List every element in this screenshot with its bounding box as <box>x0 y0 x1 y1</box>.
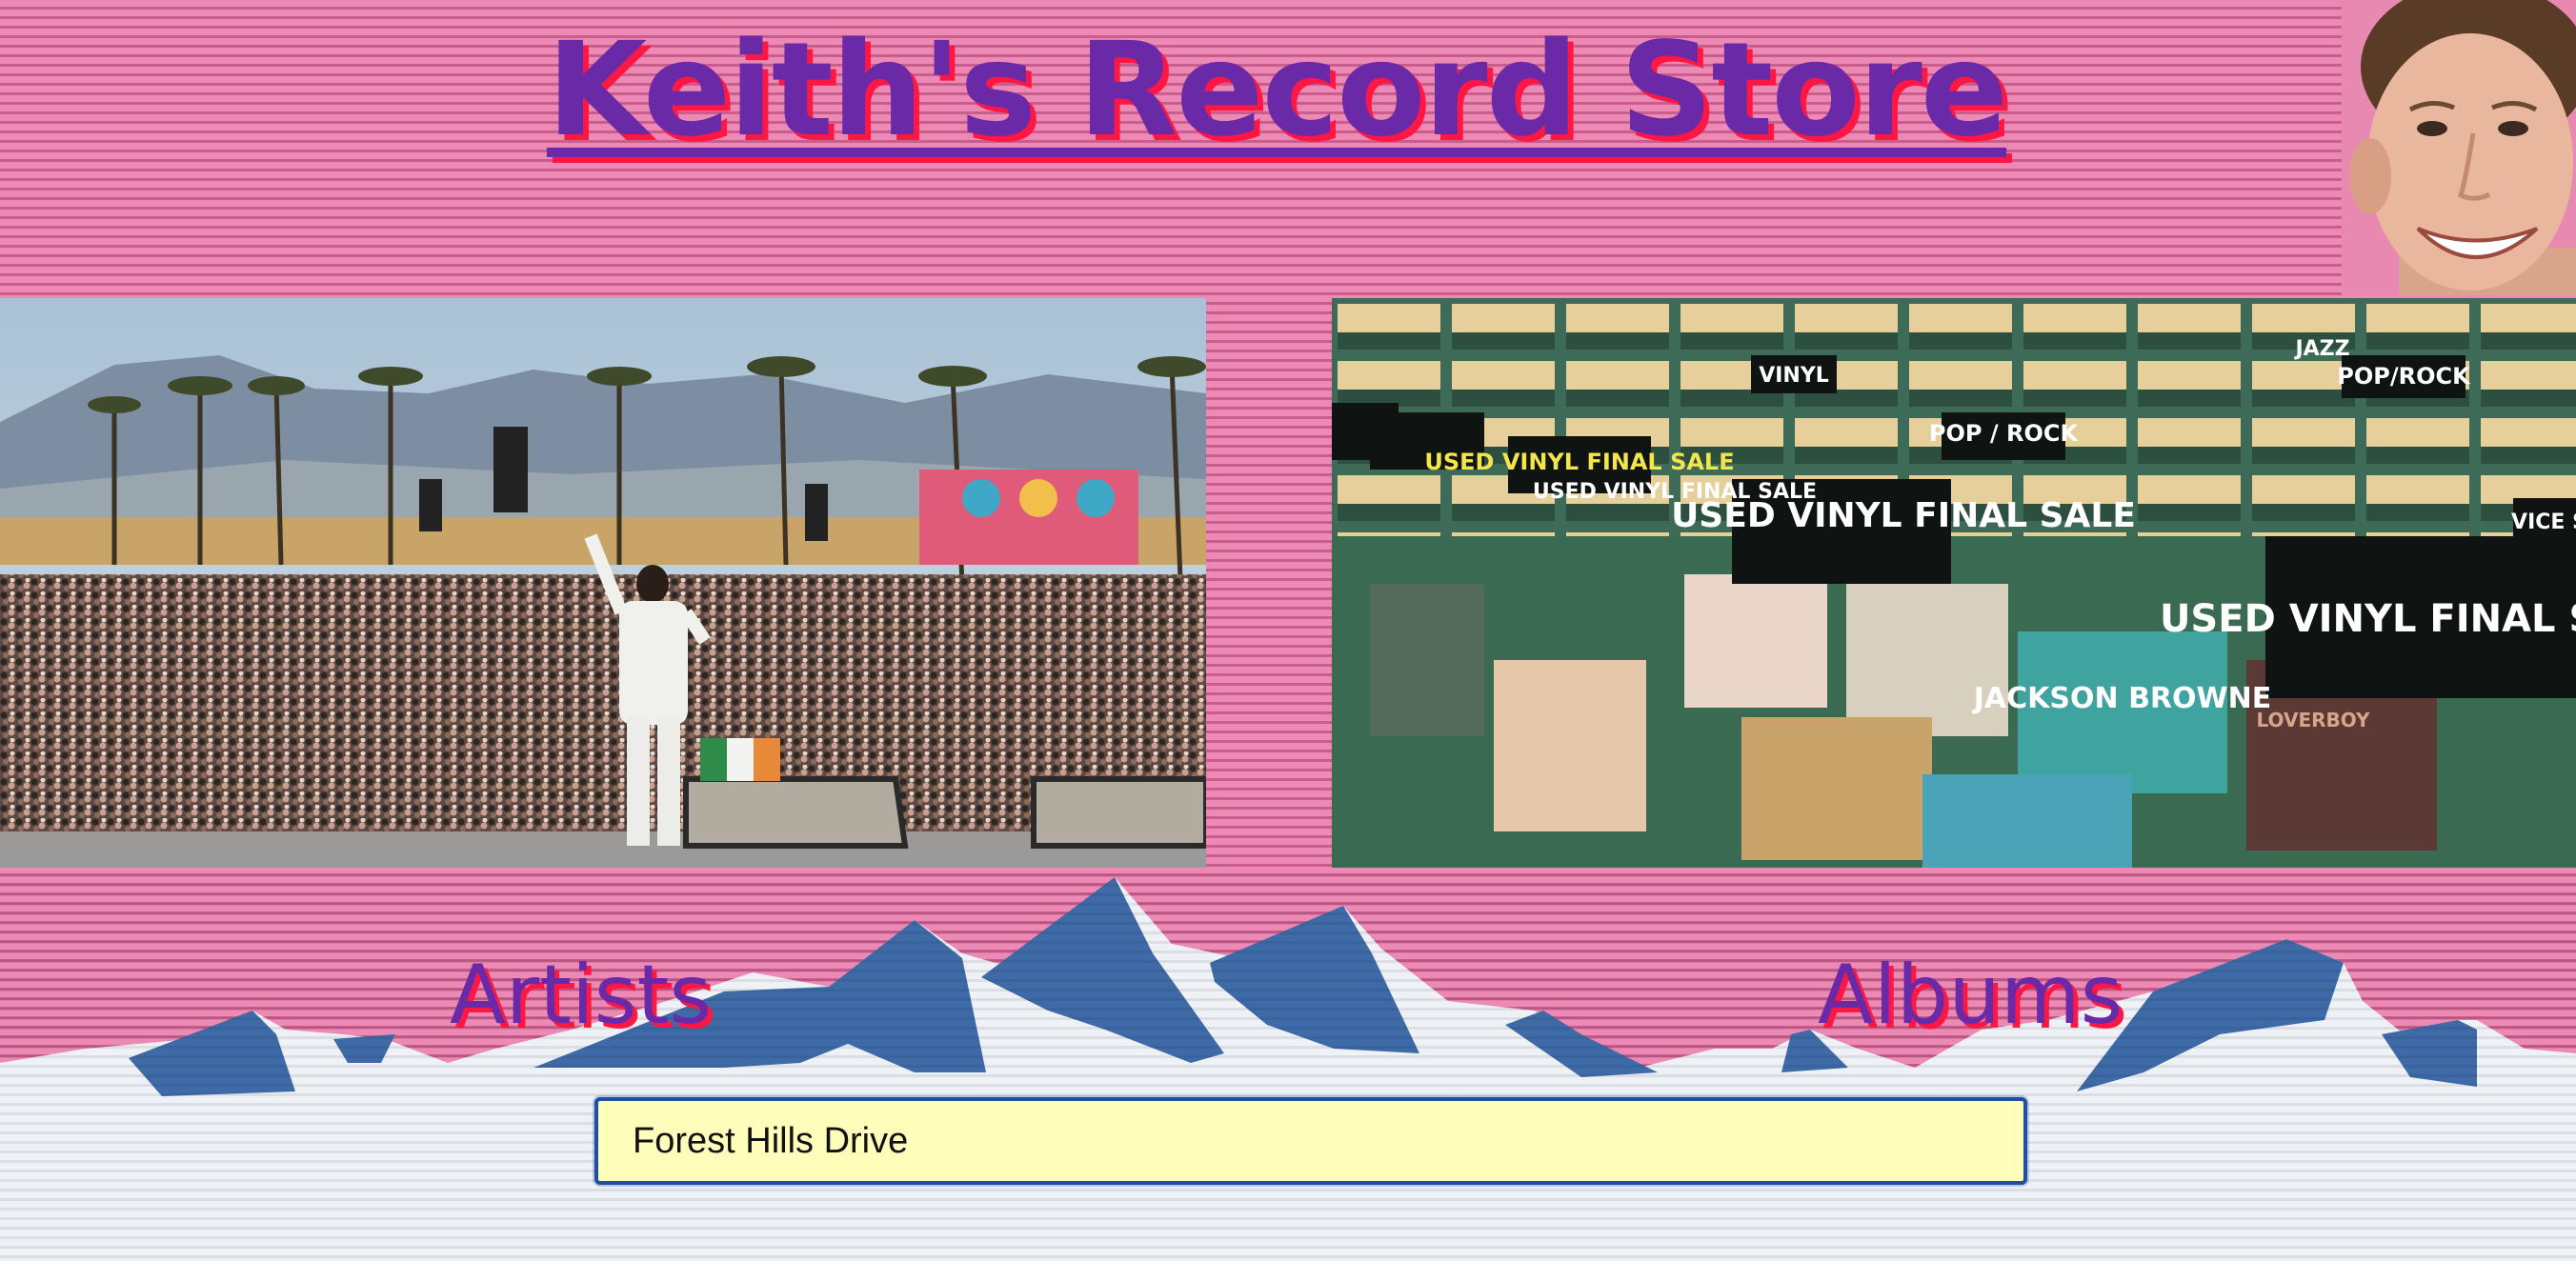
album-jackson-browne: JACKSON BROWNE <box>1972 682 2271 715</box>
sign-pop-rock: POP / ROCK <box>1929 420 2080 447</box>
nav-albums-link[interactable]: Albums <box>1818 943 2123 1048</box>
record-store-photo: USED VINYL FINAL SALE USED VINYL FINAL S… <box>1332 298 2576 868</box>
concert-photo <box>0 298 1206 868</box>
avatar <box>2342 0 2576 295</box>
mountain-scenery <box>0 868 2576 1261</box>
sign-jazz: JAZZ <box>2293 337 2349 361</box>
sign-used-vinyl-2: USED VINYL FINAL SALE <box>2160 597 2576 641</box>
sign-used-vinyl-3: USED VINYL FINAL SALE <box>1424 449 1734 475</box>
sign-pop-rock-2: POP/ROCK <box>2337 363 2471 390</box>
search-input[interactable] <box>594 1097 2027 1185</box>
sign-vice: VICE S <box>2511 510 2576 534</box>
page-title[interactable]: Keith's Record Store <box>547 0 2008 181</box>
album-loverboy: LOVERBOY <box>2256 709 2370 731</box>
sign-vinyl: VINYL <box>1759 364 1829 388</box>
sign-used-vinyl-4: USED VINYL FINAL SALE <box>1533 480 1817 504</box>
nav-artists-link[interactable]: Artists <box>450 943 712 1048</box>
